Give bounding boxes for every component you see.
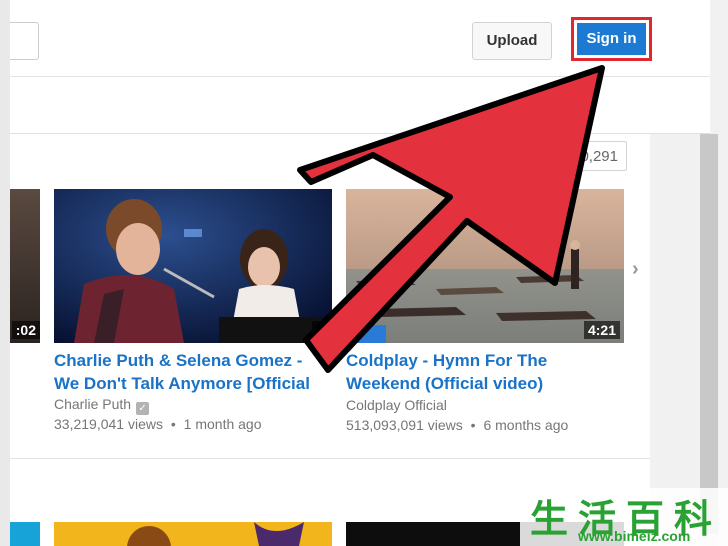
upload-age: 1 month ago (183, 416, 262, 432)
meta-separator: • (170, 416, 176, 432)
watermark-url: www.bimeiz.com (578, 528, 691, 544)
video-title-line[interactable]: Coldplay - Hymn For The (346, 349, 547, 372)
watermark: 生活百科 www.bimeiz.com (520, 488, 728, 546)
video-thumbnail[interactable]: 3 (54, 189, 332, 343)
video-metadata: 33,219,041 views • 1 month ago (54, 416, 262, 432)
video-metadata: 513,093,091 views • 6 months ago (346, 417, 568, 433)
shelf-divider (10, 458, 650, 459)
chevron-right-icon[interactable]: › (632, 258, 639, 281)
video-thumbnail-partial[interactable] (10, 522, 40, 546)
video-thumbnail-partial[interactable] (54, 522, 332, 546)
video-title[interactable]: Charlie Puth & Selena Gomez - We Don't T… (54, 349, 310, 395)
view-count: 33,219,041 views (54, 416, 163, 432)
verified-badge-icon: ✓ (136, 402, 150, 415)
channel-name-text[interactable]: Charlie Puth (54, 396, 131, 412)
masthead: Upload Sign in (10, 0, 710, 77)
video-thumbnail[interactable]: 4:21 (346, 189, 624, 343)
signin-button[interactable]: Sign in (577, 23, 646, 55)
video-title-line[interactable]: We Don't Talk Anymore [Official (54, 372, 310, 395)
channel-name[interactable]: Coldplay Official (346, 397, 447, 413)
thumbnail-image (54, 189, 332, 343)
video-thumbnail-partial[interactable]: :02 (10, 189, 40, 343)
guide-bar (10, 77, 710, 134)
video-duration: :02 (11, 321, 40, 339)
video-title[interactable]: Coldplay - Hymn For The Weekend (Officia… (346, 349, 547, 395)
thumbnail-image (346, 189, 624, 343)
view-count: 513,093,091 views (346, 417, 463, 433)
search-input[interactable] (10, 22, 39, 60)
channel-name[interactable]: Charlie Puth ✓ (54, 396, 150, 415)
subscriber-count-badge: 370,291 (551, 141, 627, 171)
thumbnail-image (127, 522, 304, 546)
upload-age: 6 months ago (483, 417, 569, 433)
signin-highlight-box: Sign in (571, 17, 652, 61)
upload-button[interactable]: Upload (472, 22, 552, 60)
video-duration: 3 (312, 321, 328, 339)
meta-separator: • (470, 417, 476, 433)
scrollbar-thumb[interactable] (700, 134, 718, 534)
video-title-line[interactable]: Weekend (Official video) (346, 372, 547, 395)
youtube-window: Upload Sign in 370,291 :02 3 Charlie Put… (10, 0, 728, 546)
video-duration: 4:21 (583, 321, 620, 339)
video-title-line[interactable]: Charlie Puth & Selena Gomez - (54, 349, 310, 372)
